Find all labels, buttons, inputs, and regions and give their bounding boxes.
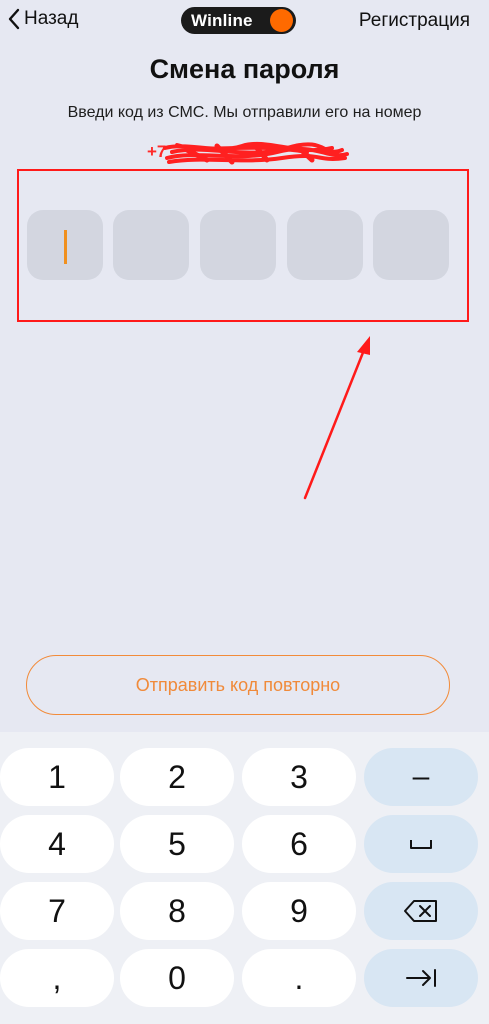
key-2[interactable]: 2 [120, 748, 234, 806]
key-5[interactable]: 5 [120, 815, 234, 873]
key-backspace[interactable] [364, 882, 478, 940]
backspace-icon [404, 900, 437, 922]
minus-icon: – [412, 760, 430, 793]
numeric-keyboard: 1 2 3 – 4 5 6 7 8 9 , 0 . [0, 732, 489, 1024]
key-comma[interactable]: , [0, 949, 114, 1007]
key-3[interactable]: 3 [242, 748, 356, 806]
key-0[interactable]: 0 [120, 949, 234, 1007]
resend-code-button[interactable]: Отправить код повторно [26, 655, 450, 715]
key-8[interactable]: 8 [120, 882, 234, 940]
key-period[interactable]: . [242, 949, 356, 1007]
key-minus[interactable]: – [364, 748, 478, 806]
tab-icon [406, 969, 436, 987]
key-9[interactable]: 9 [242, 882, 356, 940]
key-tab[interactable] [364, 949, 478, 1007]
key-space[interactable] [364, 815, 478, 873]
key-7[interactable]: 7 [0, 882, 114, 940]
key-4[interactable]: 4 [0, 815, 114, 873]
key-6[interactable]: 6 [242, 815, 356, 873]
space-icon [410, 840, 432, 849]
key-1[interactable]: 1 [0, 748, 114, 806]
